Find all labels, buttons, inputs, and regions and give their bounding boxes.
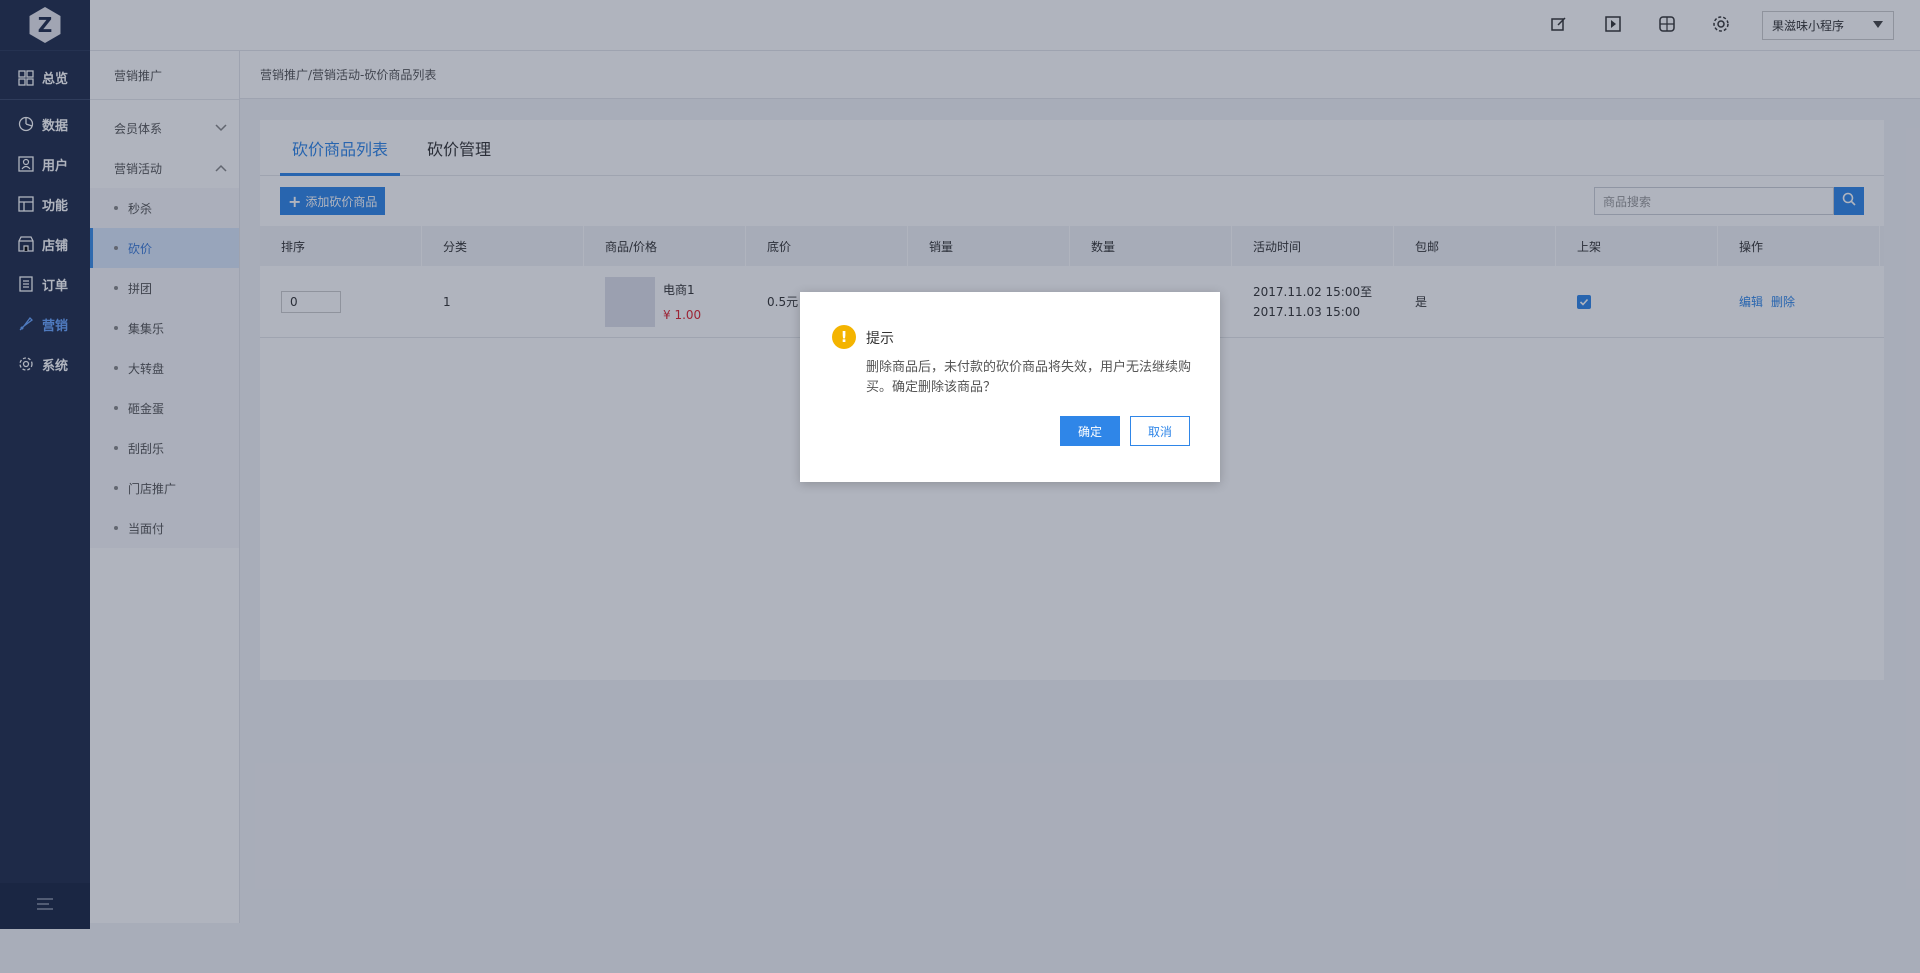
dialog-title: 提示	[866, 331, 894, 347]
warning-icon: !	[832, 325, 856, 349]
confirm-button[interactable]: 确定	[1060, 416, 1120, 446]
cancel-button[interactable]: 取消	[1130, 416, 1190, 446]
confirm-dialog: ! 提示 删除商品后，未付款的砍价商品将失效，用户无法继续购买。确定删除该商品？…	[800, 292, 1220, 482]
modal-overlay[interactable]	[0, 0, 1920, 973]
dialog-message: 删除商品后，未付款的砍价商品将失效，用户无法继续购买。确定删除该商品？	[866, 360, 1192, 395]
